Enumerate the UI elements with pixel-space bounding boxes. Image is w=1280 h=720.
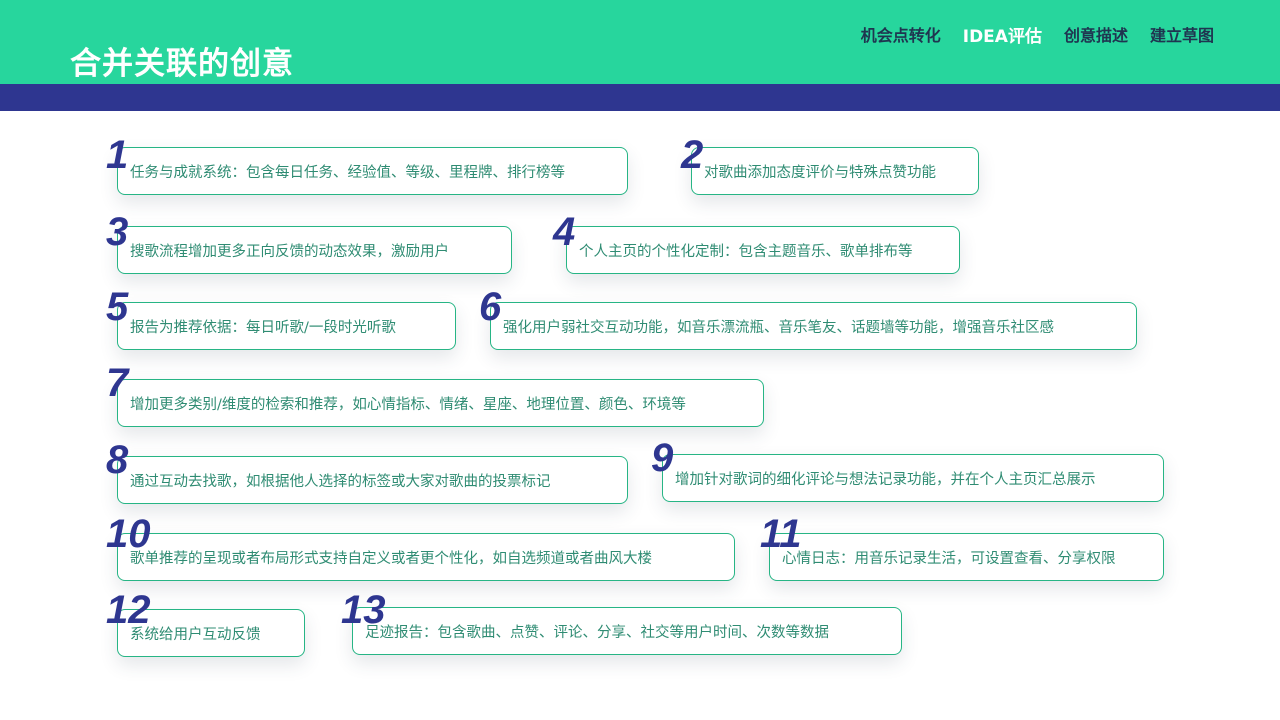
idea-text: 任务与成就系统：包含每日任务、经验值、等级、里程牌、排行榜等 (130, 164, 565, 181)
nav-item-opportunity[interactable]: 机会点转化 (861, 22, 941, 47)
idea-card-5: 报告为推荐依据：每日听歌/一段时光听歌 (117, 302, 456, 350)
idea-card-3: 搜歌流程增加更多正向反馈的动态效果，激励用户 (117, 226, 512, 274)
idea-text: 报告为推荐依据：每日听歌/一段时光听歌 (130, 319, 396, 336)
idea-card-8: 通过互动去找歌，如根据他人选择的标签或大家对歌曲的投票标记 (117, 456, 628, 504)
idea-number-9: 9 (651, 436, 674, 480)
idea-number-2: 2 (681, 133, 704, 177)
idea-number-7: 7 (106, 361, 129, 405)
idea-card-6: 强化用户弱社交互动功能，如音乐漂流瓶、音乐笔友、话题墙等功能，增强音乐社区感 (490, 302, 1137, 350)
idea-card-11: 心情日志：用音乐记录生活，可设置查看、分享权限 (769, 533, 1164, 581)
idea-number-6: 6 (479, 285, 502, 329)
idea-number-11: 11 (760, 512, 802, 556)
idea-number-12: 12 (106, 588, 151, 632)
idea-number-1: 1 (106, 133, 129, 177)
nav-item-idea-description[interactable]: 创意描述 (1064, 22, 1128, 47)
idea-text: 通过互动去找歌，如根据他人选择的标签或大家对歌曲的投票标记 (130, 473, 551, 490)
idea-text: 强化用户弱社交互动功能，如音乐漂流瓶、音乐笔友、话题墙等功能，增强音乐社区感 (503, 319, 1054, 336)
idea-card-1: 任务与成就系统：包含每日任务、经验值、等级、里程牌、排行榜等 (117, 147, 628, 195)
nav-item-idea-evaluation[interactable]: IDEA评估 (963, 22, 1042, 47)
top-nav: 机会点转化 IDEA评估 创意描述 建立草图 (861, 22, 1214, 47)
idea-text: 歌单推荐的呈现或者布局形式支持自定义或者更个性化，如自选频道或者曲风大楼 (130, 550, 652, 567)
idea-text: 增加针对歌词的细化评论与想法记录功能，并在个人主页汇总展示 (675, 471, 1096, 488)
idea-card-7: 增加更多类别/维度的检索和推荐，如心情指标、情绪、星座、地理位置、颜色、环境等 (117, 379, 764, 427)
idea-text: 对歌曲添加态度评价与特殊点赞功能 (704, 164, 936, 181)
idea-number-10: 10 (106, 512, 151, 556)
idea-text: 搜歌流程增加更多正向反馈的动态效果，激励用户 (130, 243, 449, 260)
idea-text: 增加更多类别/维度的检索和推荐，如心情指标、情绪、星座、地理位置、颜色、环境等 (130, 396, 686, 413)
idea-text: 个人主页的个性化定制：包含主题音乐、歌单排布等 (579, 243, 913, 260)
idea-text: 心情日志：用音乐记录生活，可设置查看、分享权限 (782, 550, 1116, 567)
idea-number-3: 3 (106, 210, 129, 254)
idea-number-4: 4 (553, 210, 576, 254)
idea-text: 足迹报告：包含歌曲、点赞、评论、分享、社交等用户时间、次数等数据 (365, 624, 829, 641)
idea-card-13: 足迹报告：包含歌曲、点赞、评论、分享、社交等用户时间、次数等数据 (352, 607, 902, 655)
idea-number-8: 8 (106, 438, 129, 482)
idea-number-5: 5 (106, 285, 129, 329)
idea-card-4: 个人主页的个性化定制：包含主题音乐、歌单排布等 (566, 226, 960, 274)
header-accent-band (0, 84, 1280, 111)
page-title: 合并关联的创意 (70, 46, 294, 82)
idea-number-13: 13 (341, 588, 386, 632)
idea-card-10: 歌单推荐的呈现或者布局形式支持自定义或者更个性化，如自选频道或者曲风大楼 (117, 533, 735, 581)
nav-item-sketch[interactable]: 建立草图 (1150, 22, 1214, 47)
idea-card-9: 增加针对歌词的细化评论与想法记录功能，并在个人主页汇总展示 (662, 454, 1164, 502)
idea-card-2: 对歌曲添加态度评价与特殊点赞功能 (691, 147, 979, 195)
